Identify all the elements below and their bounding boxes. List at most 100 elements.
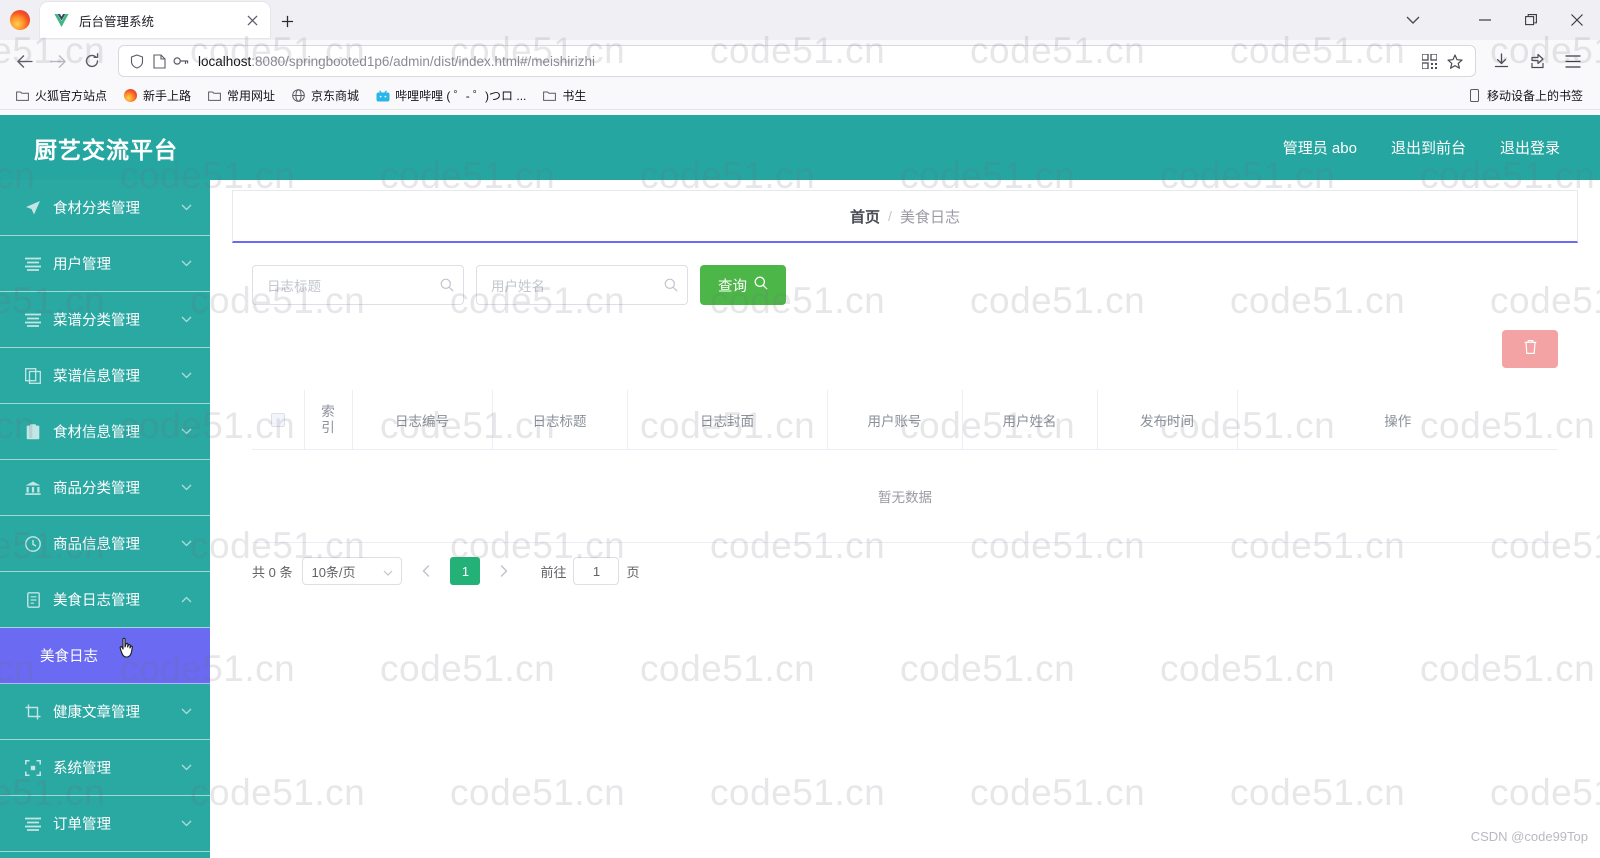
sidebar-item-food-log-management[interactable]: 美食日志管理 bbox=[0, 572, 210, 628]
bookmark-label: 火狐官方站点 bbox=[35, 89, 108, 103]
bookmark-item[interactable]: 书生 bbox=[535, 85, 593, 107]
app-body: 食材分类管理 用户管理 菜谱分类管理 菜谱信息管理 食材信息管理 商品分类管理 … bbox=[0, 180, 1600, 858]
search-button-label: 查询 bbox=[718, 278, 747, 295]
url-bar[interactable]: localhost:8080/springbooted1p6/admin/dis… bbox=[118, 45, 1476, 77]
table-header-row: 索引 日志编号 日志标题 日志封面 用户账号 用户姓名 发布时间 操作 bbox=[252, 390, 1558, 451]
chevron-down-icon bbox=[181, 314, 192, 326]
checkbox-icon[interactable] bbox=[270, 413, 285, 428]
sidebar-item-ingredient-info[interactable]: 食材信息管理 bbox=[0, 404, 210, 460]
column-actions: 操作 bbox=[1236, 390, 1558, 451]
user-name-input[interactable]: 用户姓名 bbox=[476, 265, 688, 305]
table-toolbar bbox=[252, 330, 1558, 368]
key-icon[interactable] bbox=[170, 50, 192, 72]
delete-button[interactable] bbox=[1502, 330, 1558, 368]
column-log-id: 日志编号 bbox=[351, 390, 492, 451]
main-content: 首页 / 美食日志 日志标题 用户姓名 查询 索引 日志编号 日志标题 日志封面… bbox=[210, 180, 1600, 858]
shield-icon[interactable] bbox=[126, 50, 148, 72]
frame-icon bbox=[24, 759, 42, 777]
next-page-button[interactable] bbox=[490, 557, 518, 585]
log-title-placeholder: 日志标题 bbox=[267, 279, 321, 294]
bookmarks-bar: 火狐官方站点 新手上路 常用网址 京东商城 哔哩哔哩 ( ゜- ゜)つロ ...… bbox=[0, 82, 1600, 110]
close-button[interactable] bbox=[1554, 0, 1600, 40]
sidebar-item-label: 系统管理 bbox=[53, 761, 111, 777]
exit-to-frontend-link[interactable]: 退出到前台 bbox=[1391, 137, 1466, 158]
crop-icon bbox=[24, 703, 42, 721]
toolbar-right-actions bbox=[1484, 46, 1592, 76]
hamburger-menu-icon[interactable] bbox=[1556, 46, 1590, 76]
breadcrumb-home[interactable]: 首页 bbox=[850, 206, 880, 227]
browser-chrome: 后台管理系统 localhost:8080/springbooted1p6/ad… bbox=[0, 0, 1600, 115]
bookmark-item[interactable]: 哔哩哔哩 ( ゜- ゜)つロ ... bbox=[368, 85, 533, 107]
browser-tab[interactable]: 后台管理系统 bbox=[40, 2, 270, 38]
sidebar-item-product-category[interactable]: 商品分类管理 bbox=[0, 460, 210, 516]
logout-link[interactable]: 退出登录 bbox=[1500, 137, 1560, 158]
sidebar-item-health-article[interactable]: 健康文章管理 bbox=[0, 684, 210, 740]
page-jump-prefix: 前往 bbox=[540, 564, 567, 580]
star-icon[interactable] bbox=[1442, 50, 1468, 72]
column-user-account: 用户账号 bbox=[826, 390, 962, 451]
app-header: 厨艺交流平台 管理员 abo 退出到前台 退出登录 bbox=[0, 115, 1600, 180]
sidebar-menu: 食材分类管理 用户管理 菜谱分类管理 菜谱信息管理 食材信息管理 商品分类管理 … bbox=[0, 180, 210, 858]
extension-icon[interactable] bbox=[1520, 46, 1554, 76]
sidebar-item-user-management[interactable]: 用户管理 bbox=[0, 236, 210, 292]
page-size-select[interactable]: 10条/页 bbox=[302, 557, 403, 586]
sidebar-item-system-management[interactable]: 系统管理 bbox=[0, 740, 210, 796]
page-number-1[interactable]: 1 bbox=[450, 557, 481, 586]
select-all-header[interactable] bbox=[252, 390, 304, 451]
sidebar-item-label: 菜谱信息管理 bbox=[53, 369, 140, 385]
bookmark-item[interactable]: 新手上路 bbox=[116, 85, 198, 107]
reload-icon[interactable] bbox=[76, 46, 108, 76]
sidebar-item-product-info[interactable]: 商品信息管理 bbox=[0, 516, 210, 572]
empty-state-row: 暂无数据 bbox=[252, 449, 1558, 544]
search-button[interactable]: 查询 bbox=[700, 265, 786, 305]
log-title-input[interactable]: 日志标题 bbox=[252, 265, 464, 305]
food-log-table: 索引 日志编号 日志标题 日志封面 用户账号 用户姓名 发布时间 操作 暂无数据 bbox=[252, 390, 1558, 544]
breadcrumb-separator: / bbox=[888, 208, 892, 224]
vue-logo-icon bbox=[52, 11, 70, 29]
window-controls bbox=[1462, 0, 1600, 40]
minimize-button[interactable] bbox=[1462, 0, 1508, 40]
url-host: localhost bbox=[198, 53, 252, 69]
page-icon[interactable] bbox=[148, 50, 170, 72]
chevron-down-icon bbox=[181, 258, 192, 270]
sidebar-item-food-log[interactable]: 美食日志 bbox=[0, 628, 210, 684]
copy-icon bbox=[24, 367, 42, 385]
list-icon bbox=[24, 255, 42, 273]
bookmark-item[interactable]: 常用网址 bbox=[200, 85, 282, 107]
page-size-label: 10条/页 bbox=[311, 564, 356, 580]
tab-list-button[interactable] bbox=[1406, 0, 1420, 40]
clipboard-icon bbox=[24, 423, 42, 441]
forward-arrow-icon[interactable] bbox=[42, 46, 74, 76]
column-log-title: 日志标题 bbox=[491, 390, 627, 451]
breadcrumb-current: 美食日志 bbox=[899, 208, 960, 226]
trash-icon bbox=[1523, 339, 1538, 360]
screenshot-root: 后台管理系统 localhost:8080/springbooted1p6/ad… bbox=[0, 0, 1600, 858]
back-arrow-icon[interactable] bbox=[8, 46, 40, 76]
chevron-down-icon bbox=[181, 482, 192, 494]
column-publish-time: 发布时间 bbox=[1096, 390, 1237, 451]
sidebar-item-ingredient-category[interactable]: 食材分类管理 bbox=[0, 180, 210, 236]
bookmark-label: 新手上路 bbox=[143, 89, 192, 103]
page-jump-input[interactable]: 1 bbox=[573, 557, 620, 586]
navigation-toolbar: localhost:8080/springbooted1p6/admin/dis… bbox=[0, 40, 1600, 82]
admin-application: 厨艺交流平台 管理员 abo 退出到前台 退出登录 食材分类管理 用户管理 菜谱… bbox=[0, 115, 1600, 858]
mobile-icon bbox=[1467, 88, 1482, 103]
maximize-button[interactable] bbox=[1508, 0, 1554, 40]
mobile-bookmarks-item[interactable]: 移动设备上的书签 bbox=[1460, 85, 1590, 107]
download-icon[interactable] bbox=[1484, 46, 1518, 76]
qr-code-icon[interactable] bbox=[1416, 50, 1442, 72]
new-tab-button[interactable] bbox=[275, 9, 299, 33]
search-icon bbox=[754, 276, 768, 294]
bookmark-item[interactable]: 火狐官方站点 bbox=[8, 85, 114, 107]
close-icon[interactable] bbox=[242, 10, 262, 30]
bookmark-item[interactable]: 京东商城 bbox=[284, 85, 366, 107]
mouse-cursor bbox=[118, 637, 138, 661]
table-header: 索引 日志编号 日志标题 日志封面 用户账号 用户姓名 发布时间 操作 bbox=[252, 390, 1558, 451]
sidebar-item-recipe-info[interactable]: 菜谱信息管理 bbox=[0, 348, 210, 404]
url-text: localhost:8080/springbooted1p6/admin/dis… bbox=[198, 54, 595, 69]
sidebar-item-order-management[interactable]: 订单管理 bbox=[0, 796, 210, 852]
sidebar-item-label: 美食日志 bbox=[40, 649, 98, 665]
pagination-total: 共 0 条 bbox=[252, 564, 293, 580]
sidebar-item-recipe-category[interactable]: 菜谱分类管理 bbox=[0, 292, 210, 348]
prev-page-button[interactable] bbox=[412, 557, 440, 585]
